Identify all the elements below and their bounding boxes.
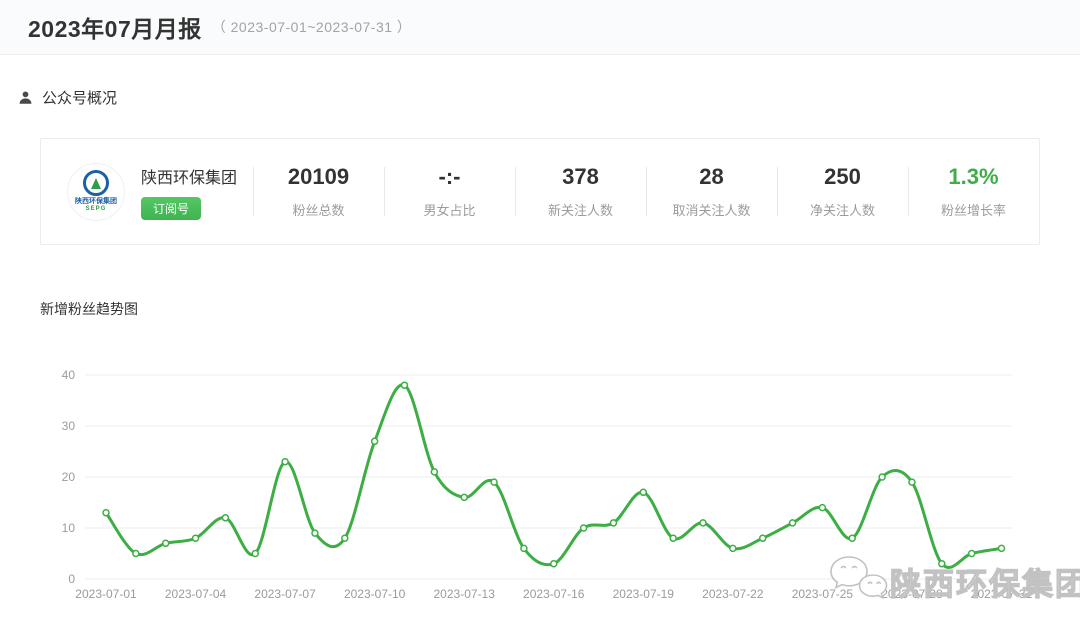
stat-value: 378 bbox=[562, 164, 599, 190]
stat-label: 取消关注人数 bbox=[672, 200, 750, 219]
stat-label: 净关注人数 bbox=[810, 200, 875, 219]
logo-emblem-icon bbox=[83, 170, 109, 196]
svg-text:2023-07-25: 2023-07-25 bbox=[792, 587, 854, 601]
chart-title: 新增粉丝趋势图 bbox=[40, 299, 138, 319]
svg-text:0: 0 bbox=[68, 572, 75, 586]
report-header: 2023年07月月报 （ 2023-07-01~2023-07-31 ） bbox=[0, 0, 1080, 55]
logo-text-cn: 陕西环保集团 bbox=[75, 198, 117, 206]
stat-label: 粉丝总数 bbox=[292, 200, 344, 219]
stat-value: 20109 bbox=[288, 164, 349, 190]
account-type-badge: 订阅号 bbox=[141, 197, 201, 220]
svg-text:2023-07-04: 2023-07-04 bbox=[165, 587, 227, 601]
svg-text:2023-07-31: 2023-07-31 bbox=[971, 587, 1033, 601]
account-avatar: 陕西环保集团 SEPG bbox=[67, 163, 125, 221]
new-fans-trend-chart: 0 10 20 30 40 2023-07-01 2023-07-04 2023-07-07 2… bbox=[0, 340, 1080, 620]
stat-label: 粉丝增长率 bbox=[941, 200, 1006, 219]
svg-text:2023-07-22: 2023-07-22 bbox=[702, 587, 764, 601]
stat-value: 1.3% bbox=[948, 164, 998, 190]
stat-value: 250 bbox=[824, 164, 861, 190]
stat-label: 新关注人数 bbox=[548, 200, 613, 219]
person-icon bbox=[18, 90, 33, 105]
page-title: 2023年07月月报 bbox=[28, 10, 202, 44]
svg-text:2023-07-13: 2023-07-13 bbox=[434, 587, 496, 601]
svg-text:2023-07-07: 2023-07-07 bbox=[254, 587, 316, 601]
stat-total-fans: 20109 粉丝总数 bbox=[253, 139, 384, 244]
stat-value: -:- bbox=[439, 164, 461, 190]
monthly-report-page: 2023年07月月报 （ 2023-07-01~2023-07-31 ） 公众号… bbox=[0, 0, 1080, 630]
stat-value: 28 bbox=[699, 164, 723, 190]
logo-text-en: SEPG bbox=[86, 206, 107, 213]
svg-text:10: 10 bbox=[62, 521, 76, 535]
svg-text:20: 20 bbox=[62, 470, 76, 484]
account-name: 陕西环保集团 bbox=[141, 164, 237, 188]
svg-text:2023-07-10: 2023-07-10 bbox=[344, 587, 406, 601]
section-title: 公众号概况 bbox=[42, 87, 117, 108]
svg-text:2023-07-16: 2023-07-16 bbox=[523, 587, 585, 601]
svg-text:2023-07-01: 2023-07-01 bbox=[75, 587, 137, 601]
account-info: 陕西环保集团 SEPG 陕西环保集团 订阅号 bbox=[41, 139, 253, 244]
svg-text:2023-07-19: 2023-07-19 bbox=[613, 587, 675, 601]
svg-text:40: 40 bbox=[62, 368, 76, 382]
date-range: （ 2023-07-01~2023-07-31 ） bbox=[212, 17, 412, 37]
stat-gender-ratio: -:- 男女占比 bbox=[384, 139, 515, 244]
stat-growth-rate: 1.3% 粉丝增长率 bbox=[908, 139, 1039, 244]
stat-net-followers: 250 净关注人数 bbox=[777, 139, 908, 244]
svg-text:2023-07-28: 2023-07-28 bbox=[881, 587, 943, 601]
account-overview-section-header: 公众号概况 bbox=[18, 87, 117, 108]
stat-label: 男女占比 bbox=[423, 200, 475, 219]
svg-text:30: 30 bbox=[62, 419, 76, 433]
stat-unfollowers: 28 取消关注人数 bbox=[646, 139, 777, 244]
account-overview-card: 陕西环保集团 SEPG 陕西环保集团 订阅号 20109 粉丝总数 -:- 男女… bbox=[40, 138, 1040, 245]
line-chart-canvas: 0 10 20 30 40 2023-07-01 2023-07-04 2023-07-07 2… bbox=[0, 340, 1080, 620]
stat-new-followers: 378 新关注人数 bbox=[515, 139, 646, 244]
